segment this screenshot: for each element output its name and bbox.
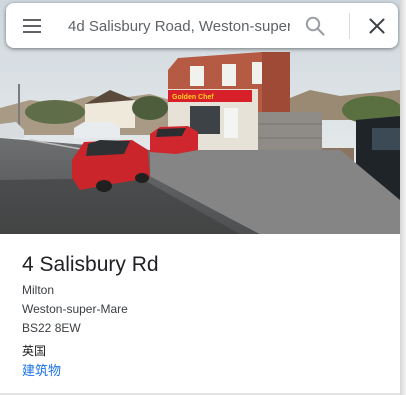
- hamburger-menu-icon[interactable]: [20, 15, 44, 37]
- address-town: Weston-super-Mare: [22, 302, 128, 316]
- search-divider: [349, 13, 350, 39]
- search-icon[interactable]: [303, 14, 327, 38]
- address-country: 英国: [22, 344, 47, 358]
- address-postcode: BS22 8EW: [22, 321, 81, 335]
- search-input[interactable]: [68, 16, 290, 36]
- place-category-link[interactable]: 建筑物: [22, 360, 61, 379]
- address-locality: Milton: [22, 283, 55, 297]
- search-bar: [6, 3, 398, 48]
- shop-sign-text: Golden Chef: [172, 94, 214, 101]
- panel-edge-shadow: [400, 0, 406, 395]
- close-icon[interactable]: [365, 14, 389, 38]
- place-title: 4 Salisbury Rd: [22, 253, 159, 276]
- place-info-panel: 4 Salisbury Rd Milton Weston-super-Mare …: [0, 234, 400, 395]
